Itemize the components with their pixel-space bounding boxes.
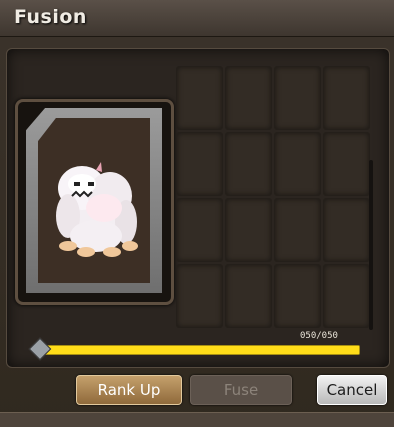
material-slot[interactable] [225,198,272,262]
title-bar: Fusion [0,0,394,37]
progress-slider[interactable] [38,345,360,355]
material-slot[interactable] [274,66,321,130]
material-slot[interactable] [274,198,321,262]
material-slot[interactable] [176,132,223,196]
selected-card[interactable] [15,99,174,305]
material-slot[interactable] [176,198,223,262]
cancel-button[interactable]: Cancel [317,375,387,405]
material-slot[interactable] [176,264,223,328]
material-slot[interactable] [274,132,321,196]
card-art [38,118,150,283]
fusion-window: Fusion 050/050 Rank Up Fuse Cancel [0,0,394,427]
slider-fill [39,346,359,354]
material-slot[interactable] [225,66,272,130]
rank-up-button[interactable]: Rank Up [76,375,182,405]
material-slot[interactable] [274,264,321,328]
material-counter: 050/050 [300,331,338,341]
bottom-edge [0,412,394,427]
material-slot[interactable] [225,132,272,196]
material-slot[interactable] [323,264,370,328]
material-slot[interactable] [323,198,370,262]
grid-scrollbar[interactable] [369,160,373,330]
fuse-button[interactable]: Fuse [190,375,292,405]
material-slot[interactable] [323,132,370,196]
material-slot[interactable] [323,66,370,130]
window-title: Fusion [14,6,87,28]
material-slot[interactable] [176,66,223,130]
material-slot-grid [176,66,370,328]
card-border [26,108,162,293]
material-slot[interactable] [225,264,272,328]
yeti-monster-icon [56,162,138,257]
